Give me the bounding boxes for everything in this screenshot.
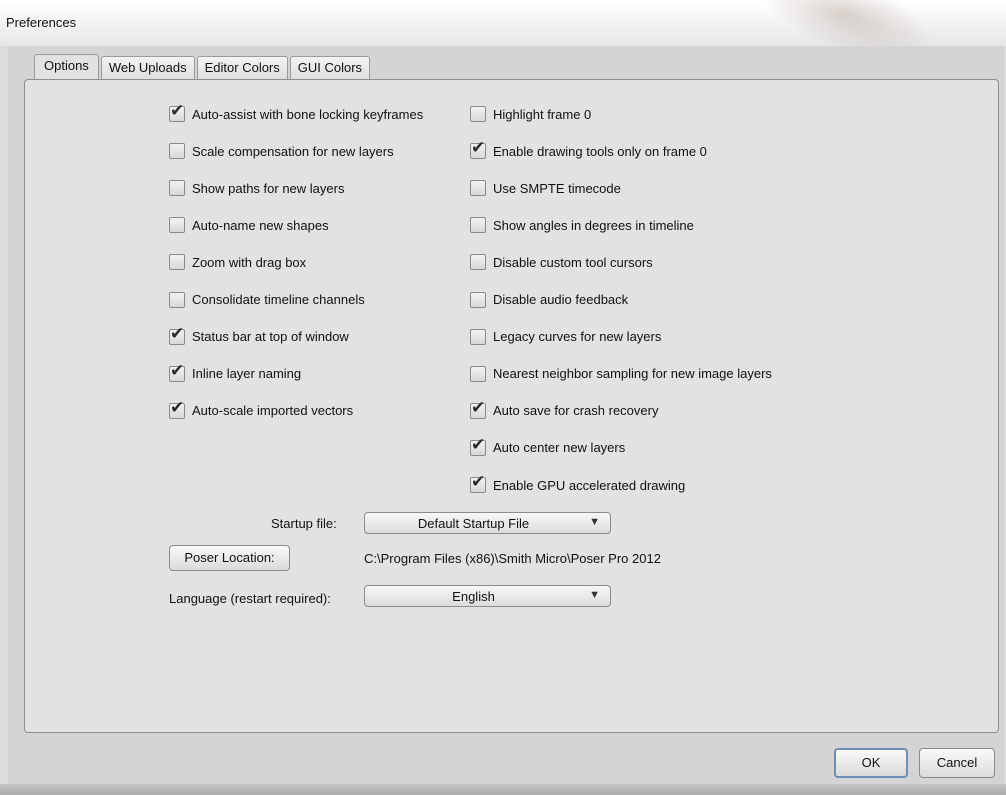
option-row[interactable]: ✔ Status bar at top of window	[169, 325, 349, 347]
checkbox[interactable]	[470, 328, 486, 345]
checkbox-label: Auto center new layers	[493, 440, 626, 456]
triangle-down-icon: ▼	[589, 516, 600, 528]
checkbox[interactable]: ✔	[169, 399, 185, 419]
window-title: Preferences	[6, 15, 77, 30]
option-row[interactable]: Show paths for new layers	[169, 178, 344, 198]
checkbox-label: Nearest neighbor sampling for new image …	[493, 366, 772, 382]
check-icon: ✔	[170, 360, 185, 381]
option-row[interactable]: ✔ Auto save for crash recovery	[470, 399, 659, 421]
checkbox[interactable]	[470, 254, 486, 271]
startup-file-label: Startup file:	[271, 516, 337, 531]
dialog-client-area: Options Web Uploads Editor Colors GUI Co…	[8, 46, 1004, 784]
checkbox[interactable]: ✔	[470, 473, 486, 493]
option-row[interactable]: Highlight frame 0	[470, 104, 591, 124]
checkbox[interactable]	[470, 180, 486, 197]
preferences-window: Preferences Options Web Uploads Editor C…	[0, 0, 1006, 795]
checkbox-label: Auto save for crash recovery	[493, 403, 659, 419]
checkbox[interactable]	[470, 217, 486, 234]
language-value: English	[452, 589, 495, 604]
ok-button[interactable]: OK	[834, 748, 908, 778]
startup-file-value: Default Startup File	[417, 516, 530, 531]
checkbox[interactable]	[169, 180, 185, 197]
poser-location-path: C:\Program Files (x86)\Smith Micro\Poser…	[364, 551, 661, 566]
checkbox-label: Use SMPTE timecode	[493, 180, 621, 196]
option-row[interactable]: ✔ Auto-assist with bone locking keyframes	[169, 102, 424, 124]
startup-file-dropdown[interactable]: Default Startup File ▼	[364, 512, 611, 534]
option-row[interactable]: Auto-name new shapes	[169, 215, 329, 235]
checkbox[interactable]: ✔	[470, 436, 486, 456]
title-bar[interactable]: Preferences	[0, 0, 1006, 77]
option-row[interactable]: ✔ Inline layer naming	[169, 362, 302, 384]
window-bottom-edge	[0, 784, 1006, 795]
language-label: Language (restart required):	[169, 591, 331, 606]
option-row[interactable]: ✔ Enable GPU accelerated drawing	[470, 473, 686, 495]
check-icon: ✔	[471, 138, 486, 159]
check-icon: ✔	[170, 323, 185, 344]
checkbox[interactable]: ✔	[470, 399, 486, 419]
language-dropdown[interactable]: English ▼	[364, 585, 611, 607]
triangle-down-icon: ▼	[589, 589, 600, 601]
checkbox[interactable]: ✔	[169, 362, 185, 382]
checkbox[interactable]	[470, 106, 486, 122]
checkbox-label: Status bar at top of window	[192, 329, 349, 345]
checkbox-label: Legacy curves for new layers	[493, 329, 662, 345]
checkbox[interactable]	[470, 365, 486, 382]
checkbox-label: Enable GPU accelerated drawing	[493, 477, 686, 493]
checkbox[interactable]: ✔	[169, 325, 185, 345]
checkbox[interactable]	[169, 217, 185, 234]
option-row[interactable]: Nearest neighbor sampling for new image …	[470, 364, 772, 384]
checkbox-label: Enable drawing tools only on frame 0	[493, 143, 707, 159]
tab-options[interactable]: Options	[34, 54, 99, 79]
option-row[interactable]: Show angles in degrees in timeline	[470, 215, 694, 235]
checkbox-label: Zoom with drag box	[192, 254, 307, 270]
poser-location-button[interactable]: Poser Location:	[169, 545, 290, 571]
tab-gui-colors[interactable]: GUI Colors	[289, 56, 371, 79]
checkbox-label: Auto-name new shapes	[192, 217, 329, 233]
checkbox-label: Auto-assist with bone locking keyframes	[192, 106, 424, 122]
checkbox[interactable]: ✔	[169, 102, 185, 122]
checkbox-label: Auto-scale imported vectors	[192, 403, 354, 419]
checkbox-label: Disable custom tool cursors	[493, 254, 653, 270]
checkbox-label: Highlight frame 0	[493, 106, 592, 122]
option-row[interactable]: Zoom with drag box	[169, 252, 306, 272]
checkbox[interactable]	[169, 254, 185, 271]
option-row[interactable]: ✔ Enable drawing tools only on frame 0	[470, 139, 707, 161]
option-row[interactable]: ✔ Auto center new layers	[470, 436, 626, 458]
checkbox-label: Inline layer naming	[192, 366, 302, 382]
option-row[interactable]: Disable custom tool cursors	[470, 252, 653, 272]
check-icon: ✔	[471, 472, 486, 492]
cancel-button[interactable]: Cancel	[919, 748, 995, 778]
checkbox-label: Show paths for new layers	[192, 180, 345, 196]
check-icon: ✔	[170, 397, 185, 418]
option-row[interactable]: ✔ Auto-scale imported vectors	[169, 399, 354, 421]
checkbox[interactable]	[470, 291, 486, 308]
check-icon: ✔	[471, 397, 486, 418]
tab-web-uploads[interactable]: Web Uploads	[100, 56, 195, 79]
checkbox[interactable]	[169, 291, 185, 308]
option-row[interactable]: Legacy curves for new layers	[470, 327, 661, 347]
option-row[interactable]: Disable audio feedback	[470, 290, 628, 310]
option-row[interactable]: Use SMPTE timecode	[470, 178, 621, 198]
check-icon: ✔	[170, 101, 185, 121]
tab-strip: Options Web Uploads Editor Colors GUI Co…	[34, 54, 372, 79]
option-row[interactable]: Scale compensation for new layers	[169, 141, 394, 161]
checkbox[interactable]: ✔	[470, 139, 486, 160]
checkbox-label: Show angles in degrees in timeline	[493, 217, 694, 233]
checkbox-label: Disable audio feedback	[493, 292, 629, 307]
option-row[interactable]: Consolidate timeline channels	[169, 290, 365, 310]
tab-editor-colors[interactable]: Editor Colors	[196, 56, 288, 79]
checkbox-label: Consolidate timeline channels	[192, 292, 365, 307]
check-icon: ✔	[471, 434, 486, 455]
options-panel: ✔ Auto-assist with bone locking keyframes…	[24, 79, 999, 733]
checkbox[interactable]	[169, 143, 185, 160]
checkbox-label: Scale compensation for new layers	[192, 143, 394, 159]
